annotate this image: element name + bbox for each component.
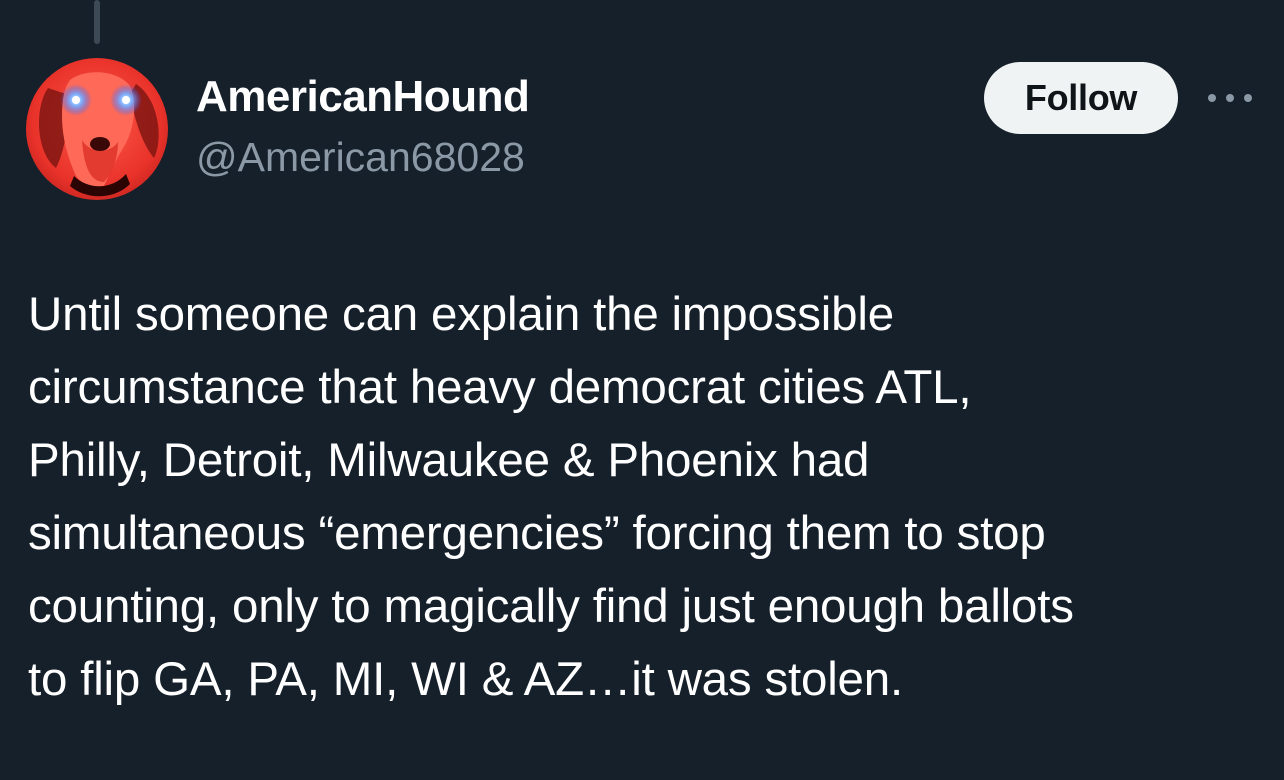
tweet-card: AmericanHound @American68028 Follow Unti… [0, 0, 1284, 780]
tweet-text-line: circumstance that heavy democrat cities … [28, 361, 972, 414]
tweet-text-line: Until someone can explain the impossible [28, 288, 894, 341]
author-handle[interactable]: @American68028 [196, 134, 525, 181]
tweet-text-line: simultaneous “emergencies” forcing them … [28, 507, 1046, 560]
hound-avatar-image [26, 58, 168, 200]
more-options-button[interactable] [1200, 80, 1260, 116]
tweet-text: Until someone can explain the impossible… [28, 278, 1268, 716]
thread-connector-line [94, 0, 100, 44]
tweet-text-line: counting, only to magically find just en… [28, 580, 1074, 633]
tweet-text-line: Philly, Detroit, Milwaukee & Phoenix had [28, 434, 870, 487]
follow-button[interactable]: Follow [984, 62, 1178, 134]
author-display-name[interactable]: AmericanHound [196, 72, 530, 122]
tweet-text-line: to flip GA, PA, MI, WI & AZ…it was stole… [28, 653, 903, 706]
avatar[interactable] [26, 58, 168, 200]
more-horizontal-icon [1208, 94, 1252, 102]
